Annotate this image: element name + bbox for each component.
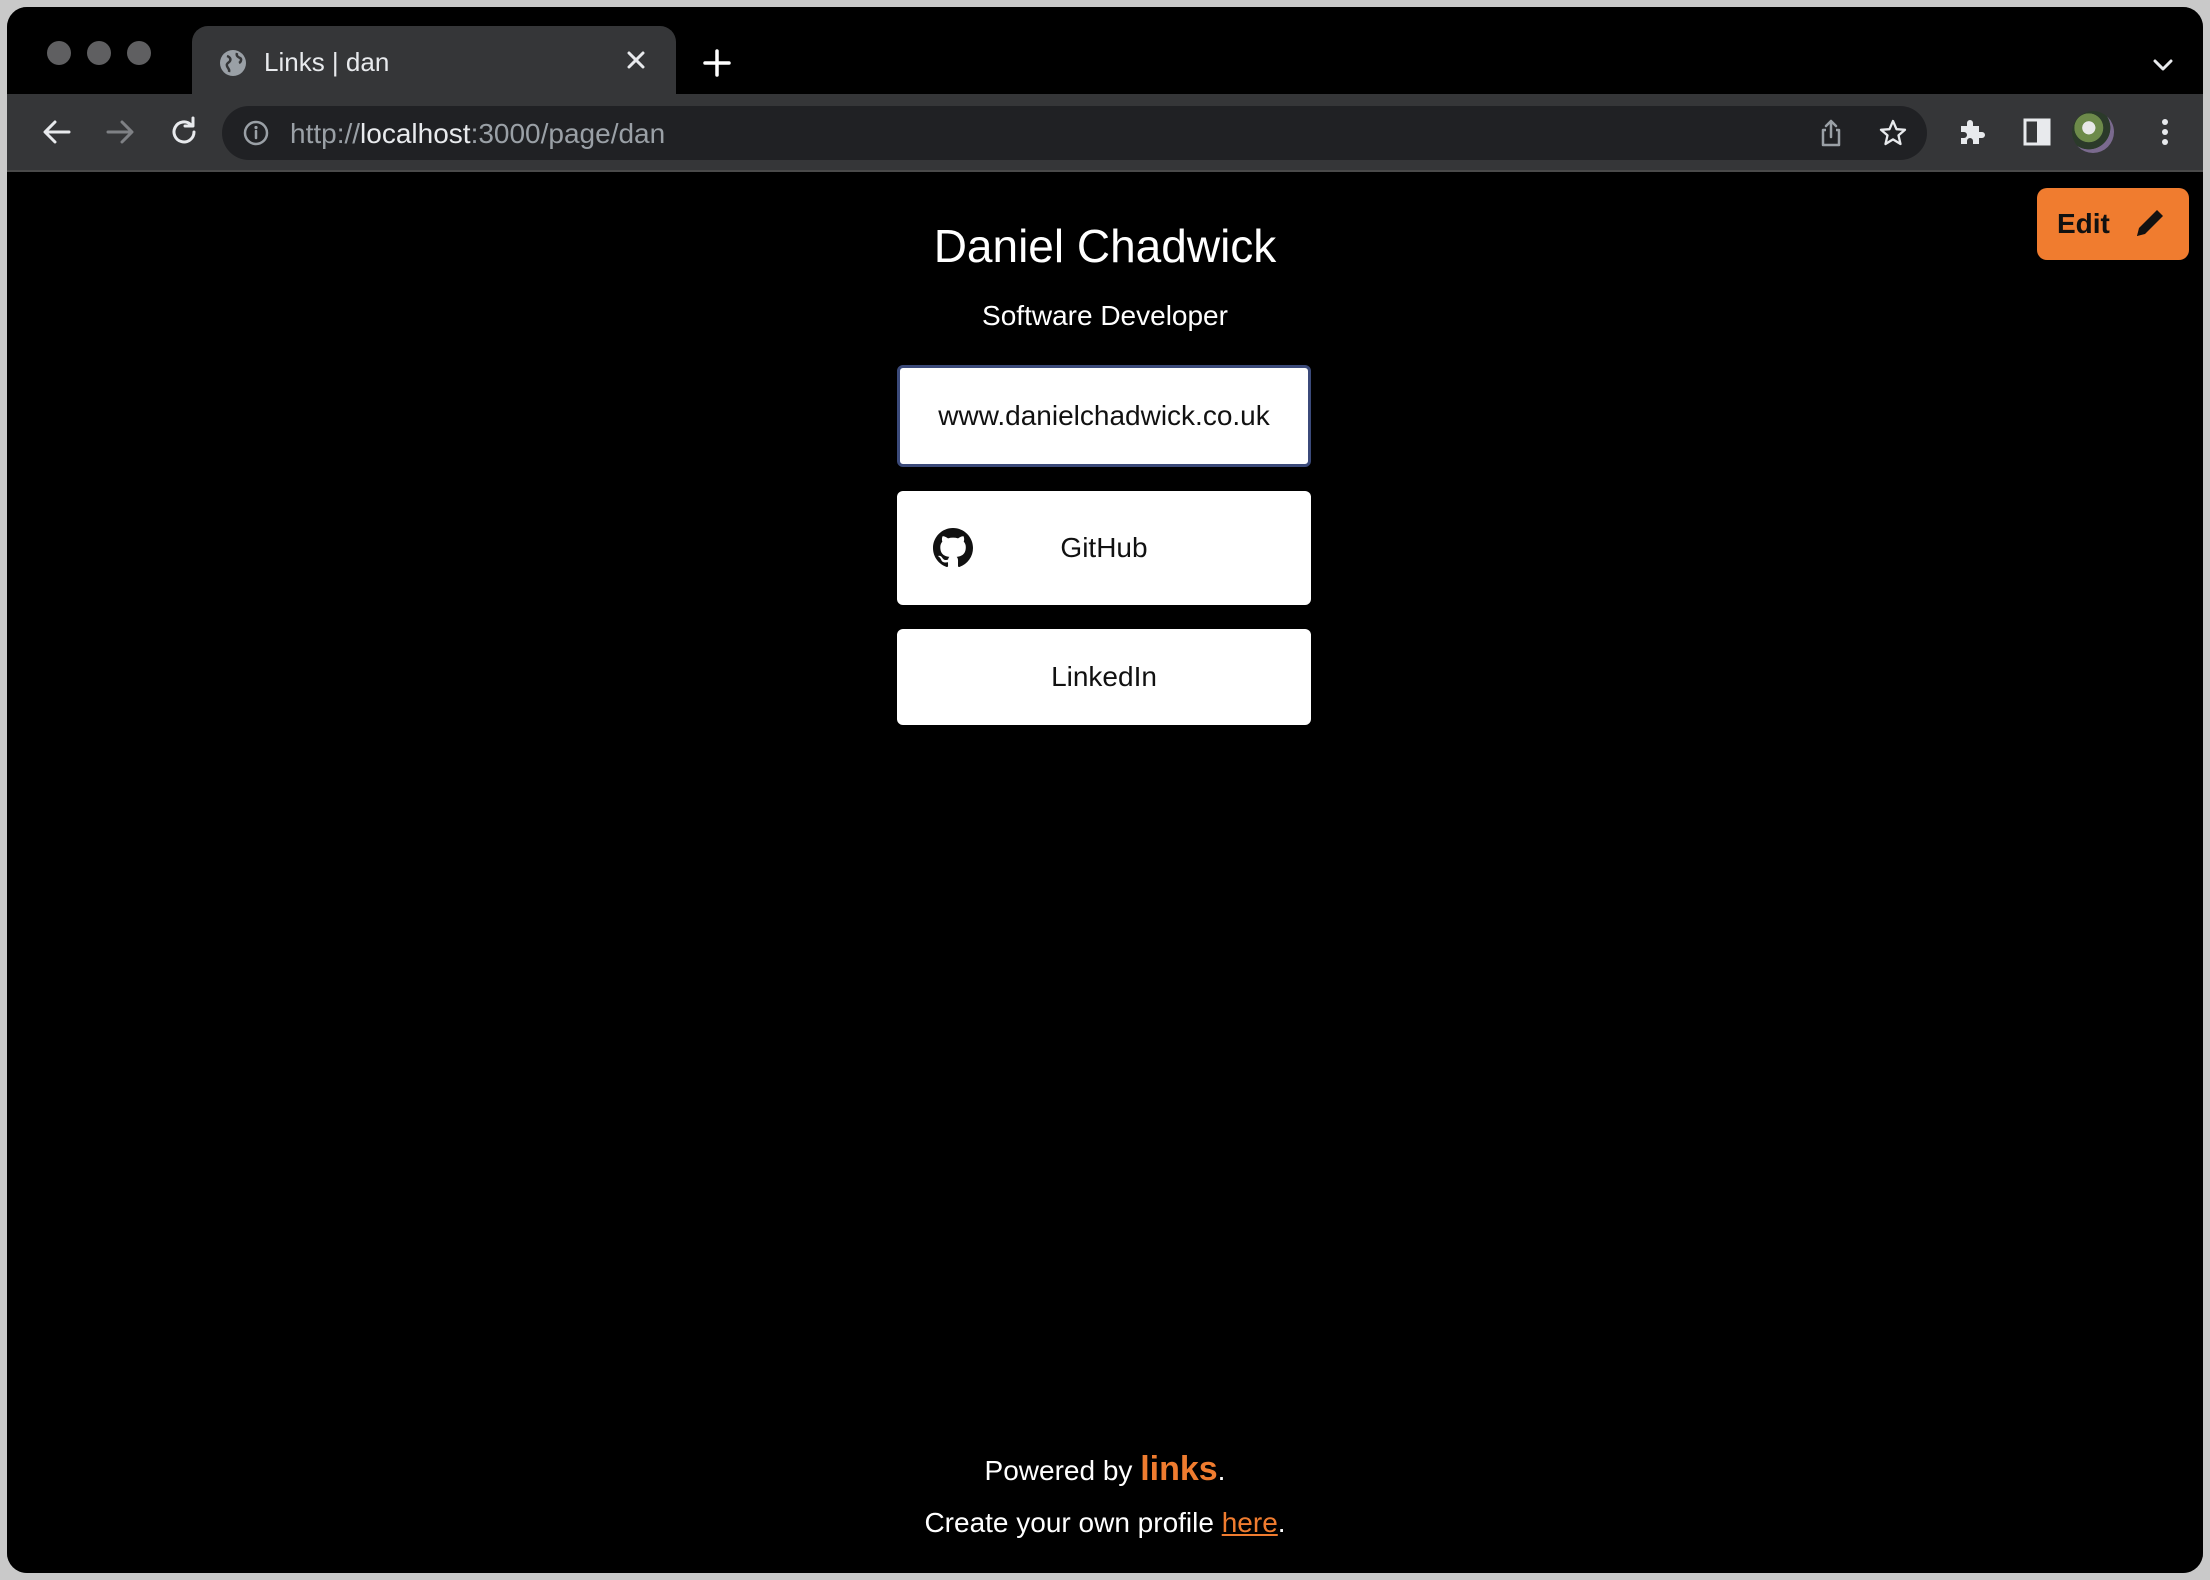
back-arrow-icon[interactable] bbox=[37, 112, 77, 152]
bookmark-star-icon[interactable] bbox=[1877, 117, 1909, 149]
globe-icon bbox=[220, 50, 246, 76]
github-icon bbox=[933, 528, 973, 568]
create-profile-period: . bbox=[1277, 1507, 1286, 1538]
tab-title: Links | dan bbox=[264, 47, 390, 77]
forward-arrow-icon[interactable] bbox=[100, 112, 140, 152]
browser-window: Links | dan http://localhost:3000/page/d… bbox=[7, 7, 2203, 1573]
profile-name: Daniel Chadwick bbox=[933, 220, 1277, 272]
link-github[interactable]: GitHub bbox=[897, 491, 1311, 605]
url-prefix: http:// bbox=[290, 118, 361, 149]
tab-strip: Links | dan bbox=[7, 7, 2203, 94]
profile-avatar[interactable] bbox=[2072, 111, 2114, 153]
close-window-button[interactable] bbox=[47, 41, 71, 65]
link-linkedin-label: LinkedIn bbox=[1051, 661, 1157, 692]
link-website[interactable]: www.danielchadwick.co.uk bbox=[897, 365, 1311, 467]
extensions-puzzle-icon[interactable] bbox=[1953, 112, 1993, 152]
close-tab-icon[interactable] bbox=[618, 42, 654, 78]
profile-subtitle: Software Developer bbox=[982, 300, 1228, 331]
maximize-window-button[interactable] bbox=[127, 41, 151, 65]
chevron-down-icon[interactable] bbox=[2147, 49, 2179, 81]
browser-toolbar: http://localhost:3000/page/dan bbox=[7, 94, 2203, 172]
link-website-label: www.danielchadwick.co.uk bbox=[938, 400, 1270, 431]
link-linkedin[interactable]: LinkedIn bbox=[897, 629, 1311, 725]
create-profile-text: Create your own profile bbox=[924, 1507, 1222, 1538]
powered-by-footer: Powered by links. bbox=[7, 1450, 2203, 1489]
minimize-window-button[interactable] bbox=[87, 41, 111, 65]
create-profile-link[interactable]: here bbox=[1222, 1507, 1278, 1538]
page-content: Edit Daniel Chadwick Software Developer … bbox=[7, 172, 2203, 1573]
url-path: :3000/page/dan bbox=[470, 118, 666, 149]
new-tab-icon[interactable] bbox=[697, 43, 737, 83]
more-menu-icon[interactable] bbox=[2145, 112, 2185, 152]
info-icon[interactable] bbox=[242, 119, 270, 147]
link-github-label: GitHub bbox=[1060, 532, 1148, 563]
reload-icon[interactable] bbox=[164, 112, 204, 152]
powered-by-period: . bbox=[1217, 1455, 1226, 1486]
powered-by-text: Powered by bbox=[984, 1455, 1141, 1486]
brand-logo-text: links bbox=[1140, 1450, 1218, 1488]
url-host: localhost bbox=[360, 118, 471, 149]
share-icon[interactable] bbox=[1815, 117, 1847, 149]
url-text[interactable]: http://localhost:3000/page/dan bbox=[290, 118, 665, 150]
side-panel-icon[interactable] bbox=[2017, 112, 2057, 152]
address-bar[interactable]: http://localhost:3000/page/dan bbox=[222, 106, 1927, 160]
create-profile-footer: Create your own profile here. bbox=[7, 1507, 2203, 1539]
tab-active[interactable]: Links | dan bbox=[192, 26, 676, 94]
